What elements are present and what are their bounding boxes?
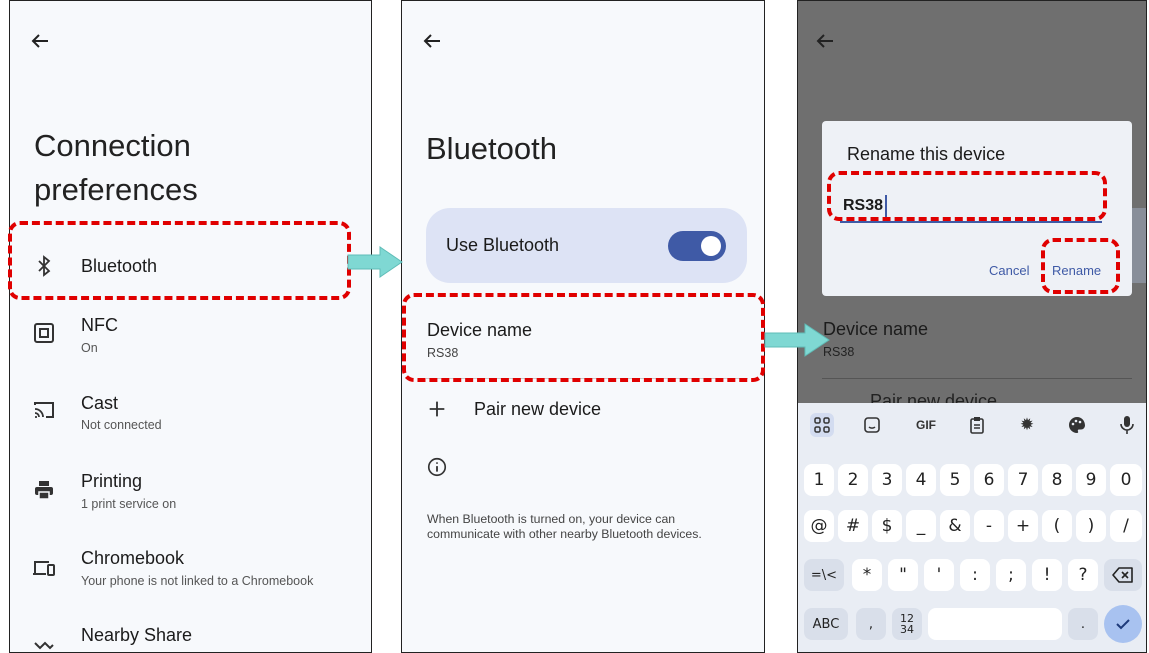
key-9[interactable]: 9 — [1076, 464, 1106, 496]
key-slash[interactable]: / — [1110, 510, 1142, 542]
key-8[interactable]: 8 — [1042, 464, 1072, 496]
back-arrow-icon — [816, 34, 833, 48]
key-2[interactable]: 2 — [838, 464, 868, 496]
info-text-line1: When Bluetooth is turned on, your device… — [427, 512, 676, 526]
nfc-icon — [34, 323, 54, 343]
key-semicolon[interactable]: ; — [996, 559, 1026, 591]
key-0[interactable]: 0 — [1110, 464, 1142, 496]
plus-icon — [429, 401, 445, 417]
apps-icon[interactable] — [810, 413, 834, 437]
item-title: Nearby Share — [81, 625, 193, 645]
chromebook-icon — [33, 561, 55, 576]
key-dollar[interactable]: $ — [872, 510, 902, 542]
key-5[interactable]: 5 — [940, 464, 970, 496]
key-4[interactable]: 4 — [906, 464, 936, 496]
key-more-symbols[interactable]: =\< — [804, 559, 844, 591]
toggle-thumb — [701, 236, 721, 256]
enter-key[interactable] — [1104, 605, 1142, 643]
use-bluetooth-label: Use Bluetooth — [446, 235, 560, 255]
sticker-icon[interactable] — [860, 413, 884, 437]
key-comma[interactable]: , — [856, 608, 886, 640]
backspace-icon — [1112, 567, 1133, 583]
bg-device-name-label: Device name — [823, 319, 929, 339]
cancel-button[interactable]: Cancel — [989, 263, 1029, 278]
key-numpad[interactable]: 12 34 — [892, 608, 922, 640]
print-icon — [35, 481, 53, 500]
key-question[interactable]: ? — [1068, 559, 1098, 591]
numpad-bottom: 34 — [900, 623, 914, 636]
key-colon[interactable]: : — [960, 559, 990, 591]
highlight-device-name — [402, 293, 765, 382]
key-minus[interactable]: - — [974, 510, 1004, 542]
item-subtitle: On — [81, 341, 98, 355]
key-underscore[interactable]: _ — [906, 510, 936, 542]
key-single-quote[interactable]: ' — [924, 559, 954, 591]
cast-icon — [34, 402, 54, 418]
clipboard-icon[interactable] — [965, 413, 989, 437]
item-title: NFC — [81, 315, 118, 335]
key-exclamation[interactable]: ! — [1032, 559, 1062, 591]
info-icon — [427, 457, 447, 477]
key-hash[interactable]: # — [838, 510, 868, 542]
item-subtitle: 1 print service on — [81, 497, 177, 511]
key-period[interactable]: . — [1068, 608, 1098, 640]
backspace-key[interactable] — [1104, 559, 1142, 591]
use-bluetooth-toggle[interactable] — [668, 231, 726, 261]
item-title: Cast — [81, 393, 119, 413]
item-title: Printing — [81, 471, 143, 491]
key-ampersand[interactable]: & — [940, 510, 970, 542]
nearby-share-icon — [34, 641, 54, 650]
key-abc[interactable]: ABC — [804, 608, 848, 640]
page-title: Bluetooth — [426, 131, 557, 166]
key-plus[interactable]: + — [1008, 510, 1038, 542]
key-3[interactable]: 3 — [872, 464, 902, 496]
key-1[interactable]: 1 — [804, 464, 834, 496]
key-6[interactable]: 6 — [974, 464, 1004, 496]
highlight-rename-button — [1041, 238, 1120, 294]
highlight-bluetooth — [8, 221, 351, 300]
pair-new-device-label: Pair new device — [474, 399, 602, 419]
arrow-2-icon — [764, 323, 830, 357]
key-double-quote[interactable]: " — [888, 559, 918, 591]
item-title: Chromebook — [81, 548, 185, 568]
item-subtitle: Not connected — [81, 418, 162, 432]
palette-icon[interactable] — [1065, 413, 1089, 437]
highlight-name-input — [827, 171, 1107, 221]
key-7[interactable]: 7 — [1008, 464, 1038, 496]
checkmark-icon — [1116, 619, 1130, 630]
arrow-1-icon — [347, 246, 403, 278]
rename-device-screen: Device name RS38 Pair new device Rename … — [797, 0, 1147, 653]
item-subtitle: Your phone is not linked to a Chromebook — [81, 574, 314, 588]
page-title-line2: preferences — [34, 172, 198, 207]
back-arrow-icon[interactable] — [28, 29, 52, 53]
settings-icon[interactable]: ✹ — [1015, 413, 1039, 437]
back-arrow-icon[interactable] — [420, 29, 444, 53]
key-close-paren[interactable]: ) — [1076, 510, 1106, 542]
bg-divider — [822, 378, 1132, 379]
dialog-title: Rename this device — [847, 144, 1006, 164]
connection-preferences-screen: Connection preferences Bluetooth NFC On … — [9, 0, 372, 653]
key-space[interactable] — [928, 608, 1062, 640]
info-text-line2: communicate with other nearby Bluetooth … — [427, 527, 702, 541]
use-bluetooth-card[interactable]: Use Bluetooth — [426, 208, 747, 283]
mic-icon[interactable] — [1115, 413, 1139, 437]
key-asterisk[interactable]: * — [852, 559, 882, 591]
key-open-paren[interactable]: ( — [1042, 510, 1072, 542]
gif-button[interactable]: GIF — [911, 413, 941, 437]
page-title-line1: Connection — [34, 128, 191, 163]
key-at[interactable]: @ — [804, 510, 834, 542]
